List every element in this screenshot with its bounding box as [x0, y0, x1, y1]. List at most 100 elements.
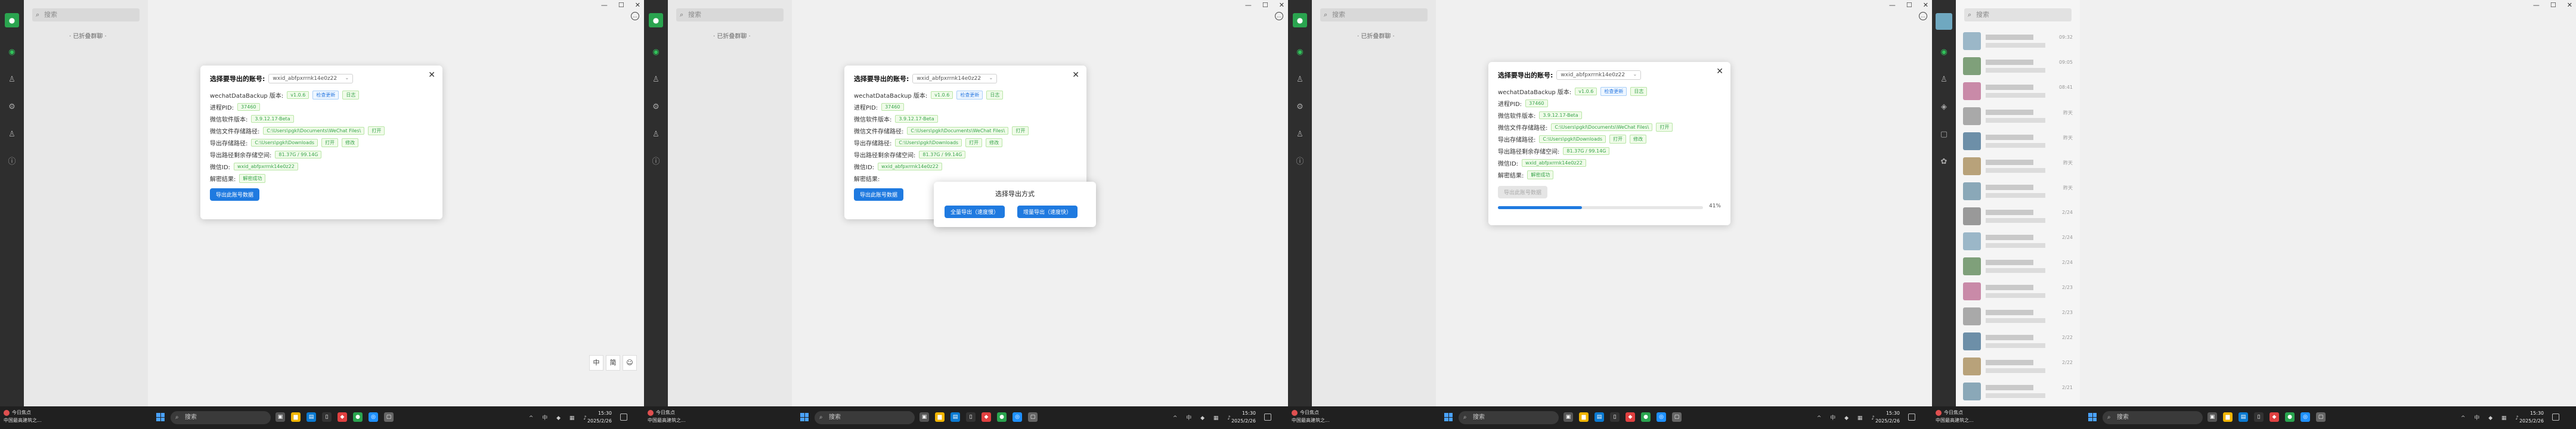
list-item[interactable]: 昨天	[1956, 178, 2080, 206]
account-icon[interactable]: ♙	[7, 130, 17, 139]
taskbar-search[interactable]: ⌕ 搜索	[171, 411, 271, 424]
store-icon[interactable]: ▤	[2238, 412, 2248, 422]
search-input[interactable]: ⌕ 搜索	[1964, 8, 2072, 21]
store-icon[interactable]: ▤	[306, 412, 316, 422]
user-avatar[interactable]: ●	[649, 13, 663, 27]
info-icon[interactable]: ⓘ	[7, 157, 17, 167]
check-update-button[interactable]: 检查更新	[312, 91, 339, 100]
clock[interactable]: 15:30 2025/2/26	[2519, 409, 2544, 425]
close-window-button[interactable]: ✕	[1279, 1, 1284, 9]
clock[interactable]: 15:30 2025/2/26	[1231, 409, 1256, 425]
taskbar-search[interactable]: ⌕ 搜索	[2103, 411, 2203, 424]
chat-icon[interactable]: ◉	[651, 48, 661, 57]
list-item[interactable]: 08:41	[1956, 77, 2080, 106]
list-item[interactable]: 2/22	[1956, 353, 2080, 381]
app-icon[interactable]: ◆	[982, 412, 991, 422]
browser-icon[interactable]: ◎	[369, 412, 378, 422]
maximize-button[interactable]: ☐	[2550, 1, 2556, 9]
ime-emoji-button[interactable]: ☺	[623, 355, 637, 371]
modify-export-button[interactable]: 修改	[1630, 135, 1647, 144]
browser-icon[interactable]: ◎	[1013, 412, 1022, 422]
log-button[interactable]: 日志	[1630, 87, 1648, 96]
store-icon[interactable]: ▤	[1594, 412, 1604, 422]
list-item[interactable]: 09:05	[1956, 52, 2080, 81]
taskview-icon[interactable]: ▣	[275, 412, 285, 422]
settings-icon[interactable]: ⚙	[7, 102, 17, 112]
taskbar-search[interactable]: ⌕ 搜索	[1459, 411, 1559, 424]
taskview-icon[interactable]: ▣	[1563, 412, 1573, 422]
check-update-button[interactable]: 检查更新	[1600, 87, 1627, 96]
favorites-icon[interactable]: ◈	[1939, 102, 1949, 112]
list-item[interactable]: 2/23	[1956, 303, 2080, 331]
user-avatar[interactable]: ●	[1293, 13, 1307, 27]
list-item[interactable]: 2/24	[1956, 253, 2080, 281]
browser-icon[interactable]: ◎	[2301, 412, 2310, 422]
contacts-icon[interactable]: ♙	[1939, 75, 1949, 85]
close-icon[interactable]: ✕	[1716, 67, 1723, 76]
list-item[interactable]: 昨天	[1956, 153, 2080, 181]
weather-widget[interactable]: 今日焦点 中国最高建筑之...	[648, 409, 686, 424]
open-export-button[interactable]: 打开	[321, 138, 339, 147]
more-icon[interactable]: …	[1919, 12, 1927, 20]
check-update-button[interactable]: 检查更新	[956, 91, 983, 100]
list-item[interactable]: 2/24	[1956, 228, 2080, 256]
weather-widget[interactable]: 今日焦点 中国最高建筑之...	[1292, 409, 1330, 424]
settings-icon[interactable]: ⚙	[651, 102, 661, 112]
terminal-icon[interactable]: ▯	[966, 412, 976, 422]
list-item[interactable]: 09:32	[1956, 27, 2080, 56]
start-icon[interactable]	[1444, 413, 1453, 421]
ime-chinese-button[interactable]: 中	[589, 355, 603, 371]
explorer-icon[interactable]: ▆	[291, 412, 301, 422]
notification-icon[interactable]	[1908, 414, 1915, 421]
system-tray[interactable]: ^ 中 ◆ ▦ ♪	[2461, 414, 2522, 421]
start-icon[interactable]	[2088, 413, 2097, 421]
notification-icon[interactable]	[1264, 414, 1271, 421]
minimize-button[interactable]: —	[1889, 1, 1896, 9]
taskbar-search[interactable]: ⌕ 搜索	[815, 411, 915, 424]
weather-widget[interactable]: 今日焦点 中国最高建筑之...	[4, 409, 42, 424]
modify-export-button[interactable]: 修改	[342, 138, 359, 147]
open-folder-button[interactable]: 打开	[368, 126, 385, 135]
list-item[interactable]: 2/24	[1956, 203, 2080, 231]
account-select[interactable]: wxid_abfpxrrnk14e0z22 ⌄	[912, 74, 998, 83]
contacts-icon[interactable]: ♙	[1295, 75, 1305, 85]
open-export-button[interactable]: 打开	[965, 138, 983, 147]
system-tray[interactable]: ^ 中 ◆ ▦ ♪	[529, 414, 590, 421]
minimize-button[interactable]: —	[601, 1, 608, 9]
more-icon[interactable]: …	[631, 12, 639, 20]
notification-icon[interactable]	[2552, 414, 2559, 421]
chat-icon[interactable]: ◉	[7, 48, 17, 57]
open-folder-button[interactable]: 打开	[1012, 126, 1029, 135]
account-select[interactable]: wxid_abfpxrrnk14e0z22 ⌄	[268, 74, 354, 83]
system-tray[interactable]: ^ 中 ◆ ▦ ♪	[1173, 414, 1234, 421]
ime-simplified-button[interactable]: 简	[606, 355, 620, 371]
open-export-button[interactable]: 打开	[1609, 135, 1627, 144]
settings-icon[interactable]: ⚙	[1295, 102, 1305, 112]
wechat-icon[interactable]: ●	[353, 412, 363, 422]
account-icon[interactable]: ♙	[1295, 130, 1305, 139]
close-window-button[interactable]: ✕	[635, 1, 640, 9]
clock[interactable]: 15:30 2025/2/26	[587, 409, 612, 425]
start-icon[interactable]	[800, 413, 809, 421]
modify-export-button[interactable]: 修改	[986, 138, 1003, 147]
list-item[interactable]: 昨天	[1956, 128, 2080, 156]
maximize-button[interactable]: ☐	[1906, 1, 1912, 9]
taskview-icon[interactable]: ▣	[2207, 412, 2217, 422]
app-icon[interactable]: ◆	[1626, 412, 1635, 422]
terminal-icon[interactable]: ▯	[322, 412, 332, 422]
export-account-button[interactable]: 导出此账号数据	[210, 188, 260, 201]
log-button[interactable]: 日志	[342, 91, 360, 100]
search-input[interactable]: ⌕ 搜索	[1320, 8, 1428, 21]
weather-widget[interactable]: 今日焦点 中国最高建筑之...	[1936, 409, 1974, 424]
taskview-icon[interactable]: ▣	[919, 412, 929, 422]
start-icon[interactable]	[156, 413, 165, 421]
list-item[interactable]: 2/23	[1956, 278, 2080, 306]
wechat-icon[interactable]: ●	[2285, 412, 2295, 422]
maximize-button[interactable]: ☐	[618, 1, 624, 9]
terminal-icon[interactable]: ▯	[1610, 412, 1620, 422]
files-icon[interactable]: ▢	[1939, 130, 1949, 139]
app2-icon[interactable]: ▢	[1672, 412, 1682, 422]
minimize-button[interactable]: —	[1245, 1, 1252, 9]
log-button[interactable]: 日志	[986, 91, 1004, 100]
contacts-icon[interactable]: ♙	[651, 75, 661, 85]
